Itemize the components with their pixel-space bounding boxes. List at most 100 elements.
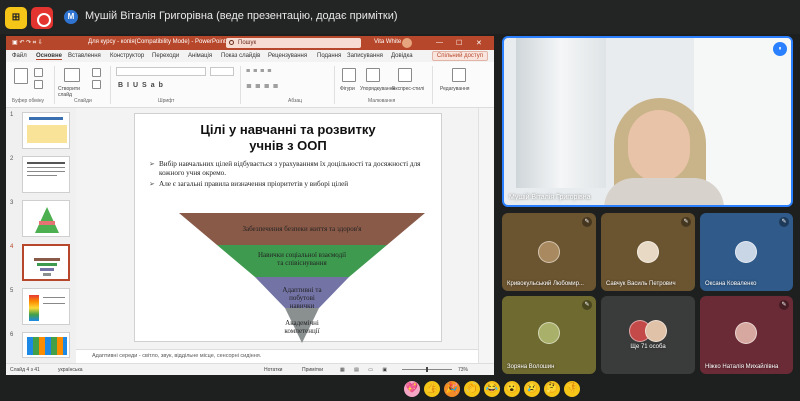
party-reaction-icon[interactable]: 🎉 xyxy=(444,381,460,397)
record-button[interactable] xyxy=(31,7,53,29)
arrange-label[interactable]: Упорядкування xyxy=(360,86,395,92)
editor-scrollbar[interactable] xyxy=(478,108,494,363)
thumb-number: 2 xyxy=(10,156,14,162)
zoom-level[interactable]: 73% xyxy=(458,367,468,373)
zoom-slider[interactable] xyxy=(402,367,452,372)
thumb-number: 5 xyxy=(10,288,14,294)
surprised-reaction-icon[interactable]: 😮 xyxy=(504,381,520,397)
participant-name: Оксана Коваленко xyxy=(705,281,757,287)
participant-tile[interactable]: ✎ Зоряна Волошин xyxy=(502,296,596,374)
thumb-number: 1 xyxy=(10,112,14,118)
group-font: Шрифт xyxy=(158,98,175,104)
quick-styles-label[interactable]: Експрес-стилі xyxy=(392,86,424,92)
tab-home[interactable]: Основне xyxy=(36,53,62,60)
group-slides: Слайди xyxy=(74,98,92,104)
current-slide[interactable]: Цілі у навчанні та розвитку учнів з ООП … xyxy=(134,113,442,343)
user-avatar[interactable] xyxy=(402,38,412,48)
participant-name: Зоряна Волошин xyxy=(507,364,555,370)
arrange-icon[interactable] xyxy=(366,68,380,82)
participant-name: Кривокульський Любомир... xyxy=(507,281,584,287)
pyramid-label-1: Забезпечення безпеки життя та здоров'я xyxy=(242,225,362,233)
slide-counter: Слайд 4 з 41 xyxy=(10,367,40,373)
participant-tile[interactable]: ✎ Оксана Коваленко xyxy=(700,213,793,291)
font-name-box[interactable] xyxy=(116,67,206,76)
shapes-label[interactable]: Фігури xyxy=(340,86,355,92)
shapes-icon[interactable] xyxy=(342,68,356,82)
avatar xyxy=(538,241,560,263)
slide-thumbnail[interactable] xyxy=(22,332,70,358)
pyramid-label-3: Адаптивні та побутові навички xyxy=(282,286,322,310)
avatar xyxy=(637,241,659,263)
status-bar: Слайд 4 з 41 українська Нотатки Примітки… xyxy=(6,363,494,375)
mic-muted-icon: ✎ xyxy=(681,217,691,227)
speaker-notes[interactable]: Адаптивні середи - світло, звук, відділь… xyxy=(76,349,478,363)
slide-thumbnail[interactable] xyxy=(22,112,70,149)
priority-pyramid: Забезпечення безпеки життя та здоров'я Н… xyxy=(179,213,425,343)
maximize-icon[interactable]: ☐ xyxy=(456,39,462,47)
slide-thumbnail[interactable] xyxy=(22,156,70,193)
font-format-icons[interactable]: BIUSab xyxy=(118,82,167,89)
font-size-box[interactable] xyxy=(210,67,234,76)
slide-thumbnail-selected[interactable] xyxy=(22,244,70,281)
pin-icon[interactable]: ⏸ xyxy=(773,42,787,56)
cut-icon[interactable] xyxy=(34,68,43,77)
share-button[interactable]: Спільний доступ xyxy=(431,51,488,61)
ribbon-separator xyxy=(54,66,55,104)
document-title: Для курсу - копія(Compatibility Mode) - … xyxy=(88,39,226,45)
laugh-reaction-icon[interactable]: 😂 xyxy=(484,381,500,397)
app-icon-button[interactable]: ⊞ xyxy=(5,7,27,29)
view-buttons[interactable]: ▦ ▤ ▭ ▣ xyxy=(340,367,391,373)
quick-access-icons[interactable]: ▣ ↶ ↷ ⌗ ⇩ xyxy=(12,39,43,47)
mic-muted-icon: ✎ xyxy=(779,217,789,227)
group-drawing: Малювання xyxy=(368,98,396,104)
close-icon[interactable]: ✕ xyxy=(476,39,482,47)
reset-icon[interactable] xyxy=(92,80,101,89)
tab-slideshow[interactable]: Показ слайдів xyxy=(221,53,260,59)
copy-icon[interactable] xyxy=(34,80,43,89)
tab-transitions[interactable]: Переходи xyxy=(152,53,179,59)
clap-reaction-icon[interactable]: 👏 xyxy=(464,381,480,397)
tab-file[interactable]: Файл xyxy=(12,53,27,59)
participant-name: Ніжко Наталія Михайлівна xyxy=(705,364,779,370)
tab-review[interactable]: Рецензування xyxy=(268,53,307,59)
minimize-icon[interactable]: — xyxy=(436,39,443,46)
sad-reaction-icon[interactable]: 😢 xyxy=(524,381,540,397)
window-background xyxy=(516,38,606,188)
new-slide-icon[interactable] xyxy=(64,68,80,82)
paste-icon[interactable] xyxy=(14,68,28,84)
ribbon-tabs: Файл Основне Вставлення Конструктор Пере… xyxy=(6,50,494,62)
notes-button[interactable]: Нотатки xyxy=(264,367,282,373)
new-slide-label[interactable]: Створити слайд xyxy=(58,86,88,98)
tab-design[interactable]: Конструктор xyxy=(110,53,144,59)
heart-reaction-icon[interactable]: 💖 xyxy=(404,381,420,397)
group-clipboard: Буфер обміну xyxy=(12,98,45,104)
ribbon: Буфер обміну Створити слайд Слайди BIUSa… xyxy=(6,62,494,108)
thumbs-down-reaction-icon[interactable]: 👎 xyxy=(564,381,580,397)
tab-view[interactable]: Подання xyxy=(317,53,341,59)
slide-thumbnail[interactable] xyxy=(22,288,70,325)
quick-styles-icon[interactable] xyxy=(398,68,412,82)
more-participants-tile[interactable]: Ще 71 особа xyxy=(601,296,695,374)
participant-tile[interactable]: ✎ Кривокульський Любомир... xyxy=(502,213,596,291)
slide-thumbnail[interactable] xyxy=(22,200,70,237)
layout-icon[interactable] xyxy=(92,68,101,77)
comments-button[interactable]: Примітки xyxy=(302,367,323,373)
thinking-reaction-icon[interactable]: 🤔 xyxy=(544,381,560,397)
mic-muted-icon: ✎ xyxy=(582,217,592,227)
presenter-video-tile[interactable]: Мушій Віталія Григорівна ⏸ xyxy=(502,36,793,207)
editing-label[interactable]: Редагування xyxy=(440,86,469,92)
tab-animation[interactable]: Анімація xyxy=(188,53,212,59)
tab-record[interactable]: Записування xyxy=(347,53,383,59)
language-indicator[interactable]: українська xyxy=(58,367,83,373)
participant-tile[interactable]: ✎ Савчук Василь Петрович xyxy=(601,213,695,291)
tab-help[interactable]: Довідка xyxy=(391,53,413,59)
paragraph-align-icons[interactable]: ≣≣≣≣ xyxy=(246,82,281,90)
tab-insert[interactable]: Вставлення xyxy=(68,53,101,59)
participant-tile[interactable]: ✎ Ніжко Наталія Михайлівна xyxy=(700,296,793,374)
find-icon[interactable] xyxy=(452,68,466,82)
search-box[interactable]: Пошук xyxy=(226,38,361,48)
paragraph-list-icons[interactable]: ≡≡≡≡ xyxy=(246,68,274,75)
bullet-item: Але є загальні правила визначення пріори… xyxy=(149,180,429,189)
thumbs-up-reaction-icon[interactable]: 👍 xyxy=(424,381,440,397)
mic-muted-icon: ✎ xyxy=(779,300,789,310)
